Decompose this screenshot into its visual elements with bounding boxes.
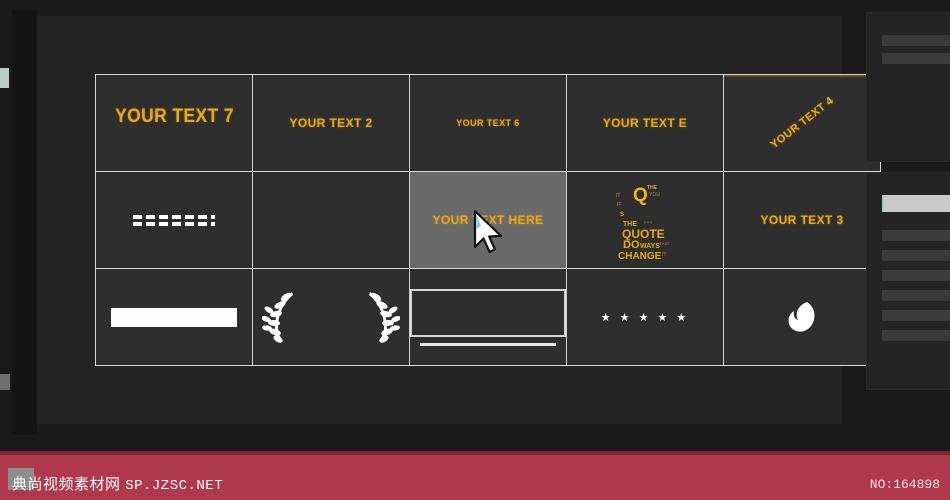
quote-mark-2: IF xyxy=(617,202,622,208)
template-title-text: YOUR TEXT 7 xyxy=(114,106,234,127)
sidebar-row[interactable] xyxy=(882,290,950,301)
frame-box-graphic xyxy=(410,288,566,346)
dash-segment xyxy=(211,221,215,226)
template-cell-laurel-wreath[interactable] xyxy=(253,269,409,365)
leaf-icon xyxy=(788,302,815,332)
sidebar-row[interactable] xyxy=(882,230,950,241)
quote-mark-3: S xyxy=(620,212,625,218)
quote-typography-graphic: Q THE YOU IT IF S THE • • • QUOTE DO WAY… xyxy=(614,184,676,262)
watermark-site-name-cn: 典尚视频素材网 xyxy=(12,476,121,493)
left-small-chip xyxy=(0,374,10,390)
sidebar-row[interactable] xyxy=(882,35,950,46)
quote-you: YOU xyxy=(649,192,660,198)
template-title-text-rotated: YOUR TEXT 4 xyxy=(768,94,836,152)
template-cell-your-text-3[interactable]: YOUR TEXT 3 xyxy=(724,172,880,268)
quote-the-top: THE xyxy=(647,185,657,191)
quote-dots: • • • xyxy=(644,220,653,226)
laurel-wreath-graphic xyxy=(256,288,406,346)
template-cell-your-text-7[interactable]: YOUR TEXT 7 xyxy=(96,75,252,171)
template-cell-empty[interactable] xyxy=(253,172,409,268)
sidebar-row-selected[interactable] xyxy=(882,195,950,212)
template-title-text: YOUR TEXT HERE xyxy=(432,213,544,227)
template-title-text: YOUR TEXT E xyxy=(602,116,688,130)
sidebar-row[interactable] xyxy=(882,330,950,341)
template-cell-dashes[interactable] xyxy=(96,172,252,268)
dash-segment xyxy=(172,214,181,219)
dash-row-bottom xyxy=(133,221,215,226)
template-cell-white-bar[interactable] xyxy=(96,269,252,365)
quote-letter: Q xyxy=(633,185,648,206)
sidebar-panel-top xyxy=(866,12,950,162)
preview-panel: YOUR TEXT 7 YOUR TEXT 2 YOUR TEXT 6 YOUR… xyxy=(37,16,881,424)
template-title-text: YOUR TEXT 6 xyxy=(456,118,520,128)
quote-mark-1: IT xyxy=(616,193,621,199)
frame-underline xyxy=(420,342,556,346)
watermark-item-number: NO:164898 xyxy=(869,477,940,492)
template-cell-your-text-4[interactable]: YOUR TEXT 4 xyxy=(724,75,880,171)
dash-row-top xyxy=(133,214,215,219)
app-window: YOUR TEXT 7 YOUR TEXT 2 YOUR TEXT 6 YOUR… xyxy=(0,0,950,500)
template-cell-quote-typography[interactable]: Q THE YOU IT IF S THE • • • QUOTE DO WAY… xyxy=(567,172,723,268)
template-cell-frame-box[interactable] xyxy=(410,269,566,365)
sidebar-panel-bottom xyxy=(866,172,950,390)
dash-segment xyxy=(185,221,194,226)
left-toolbar-column xyxy=(12,10,37,435)
template-cell-your-text-2[interactable]: YOUR TEXT 2 xyxy=(253,75,409,171)
template-grid-wrap: YOUR TEXT 7 YOUR TEXT 2 YOUR TEXT 6 YOUR… xyxy=(95,74,881,366)
quote-word-change: CHANGE xyxy=(618,251,662,262)
dash-segment xyxy=(198,214,207,219)
dash-segment xyxy=(198,221,207,226)
template-title-text: YOUR TEXT 3 xyxy=(760,213,844,227)
dash-segment xyxy=(159,221,168,226)
watermark-site-url: SP.JZSC.NET xyxy=(125,478,224,494)
quote-word-that: THAT xyxy=(659,241,670,246)
dash-segment xyxy=(133,221,142,226)
dash-segment xyxy=(172,221,181,226)
template-cell-stars[interactable]: ★ ★ ★ ★ ★ xyxy=(567,269,723,365)
dash-segment xyxy=(133,214,142,219)
template-grid: YOUR TEXT 7 YOUR TEXT 2 YOUR TEXT 6 YOUR… xyxy=(95,74,881,366)
quote-word-ways: WAYS xyxy=(640,243,660,250)
sidebar-row[interactable] xyxy=(882,53,950,64)
dashes-graphic xyxy=(133,214,215,226)
left-edge-marker xyxy=(0,68,9,88)
dash-segment xyxy=(211,214,215,219)
dash-segment xyxy=(146,221,155,226)
white-bar-graphic xyxy=(111,307,237,327)
dash-segment xyxy=(146,214,155,219)
sidebar-row[interactable] xyxy=(882,270,950,281)
template-cell-your-text-6[interactable]: YOUR TEXT 6 xyxy=(410,75,566,171)
stars-graphic: ★ ★ ★ ★ ★ xyxy=(600,311,690,324)
quote-tail: IT xyxy=(662,252,667,258)
frame-rectangle xyxy=(410,288,566,337)
template-cell-leaf[interactable] xyxy=(724,269,880,365)
laurel-left-icon xyxy=(262,292,294,343)
laurel-right-icon xyxy=(368,292,400,343)
quote-word-do: DO xyxy=(623,239,640,251)
template-cell-your-text-here[interactable]: YOUR TEXT HERE xyxy=(410,172,566,268)
watermark-site: 典尚视频素材网 SP.JZSC.NET xyxy=(12,473,223,494)
dash-segment xyxy=(159,214,168,219)
sidebar-row[interactable] xyxy=(882,250,950,261)
template-cell-your-text-e[interactable]: YOUR TEXT E xyxy=(567,75,723,171)
dash-segment xyxy=(185,214,194,219)
sidebar-row[interactable] xyxy=(882,310,950,321)
template-title-text: YOUR TEXT 2 xyxy=(289,116,373,130)
